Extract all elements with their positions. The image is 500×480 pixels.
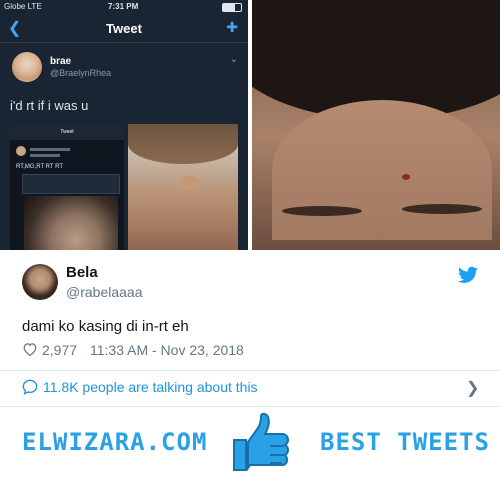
nested-name-line [30, 148, 70, 151]
selfie-hair [128, 124, 238, 164]
nested-tweet-text: RT,MG,RT RT RT [16, 164, 64, 170]
nested-screenshot: Tweet RT,MG,RT RT RT [10, 124, 124, 250]
status-bar: Globe LTE 7:31 PM [0, 0, 248, 14]
chevron-down-icon: ⌄ [229, 54, 238, 65]
site-name: ELWIZARA.COM [22, 428, 208, 456]
compose-icon: ✚ [226, 19, 238, 35]
twitter-bird-icon[interactable] [458, 266, 478, 284]
like-count[interactable]: 2,977 [42, 342, 77, 358]
battery-icon [222, 3, 242, 12]
speech-bubble-icon [22, 379, 38, 395]
thumbs-up-icon [233, 412, 290, 472]
embedded-screenshot[interactable]: Globe LTE 7:31 PM ❮ Tweet ✚ brae @Braely… [0, 0, 248, 250]
inner-tweet-text: i'd rt if i was u [10, 98, 89, 113]
photo-forehead [272, 100, 492, 240]
user-handle[interactable]: @rabelaaaa [66, 284, 143, 300]
tweet-text: dami ko kasing di in-rt eh [22, 318, 189, 335]
display-name[interactable]: Bela [66, 264, 98, 281]
heart-icon[interactable] [22, 342, 38, 356]
nav-title: Tweet [106, 21, 142, 36]
photo-eyebrow-right [402, 204, 482, 214]
inner-avatar [12, 52, 42, 82]
photo-spot [402, 174, 410, 180]
inner-handle: @BraelynRhea [50, 68, 112, 78]
nested-avatar [16, 146, 26, 156]
chevron-right-icon[interactable]: ❯ [466, 378, 479, 398]
nested-bar-title: Tweet [10, 124, 124, 140]
best-tweets-label: BEST TWEETS [320, 428, 490, 456]
carrier-label: Globe LTE [4, 2, 42, 11]
tweet-media[interactable]: Globe LTE 7:31 PM ❮ Tweet ✚ brae @Braely… [0, 0, 500, 250]
photo-eyebrow-left [282, 206, 362, 216]
talking-count-link[interactable]: 11.8K people are talking about this [43, 379, 258, 395]
nested-handle-line [30, 154, 60, 157]
status-time: 7:31 PM [108, 2, 139, 11]
tweet-timestamp[interactable]: 11:33 AM - Nov 23, 2018 [90, 342, 244, 358]
nav-bar: ❮ Tweet ✚ [0, 14, 248, 43]
nested-quoted-card [22, 174, 120, 194]
nested-selfie-photo [128, 124, 238, 250]
nested-photo [24, 196, 118, 250]
forehead-photo[interactable] [252, 0, 500, 250]
avatar[interactable] [22, 264, 58, 300]
inner-display-name: brae [50, 56, 72, 67]
selfie-bump [178, 176, 200, 190]
